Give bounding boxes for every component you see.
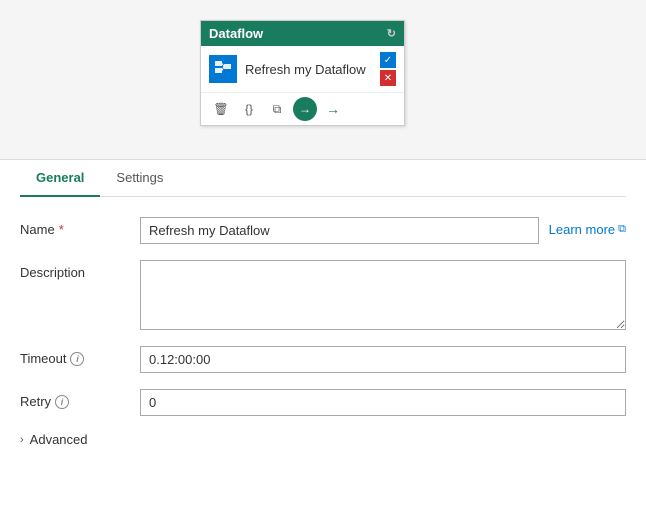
code-button[interactable]: {} — [237, 97, 261, 121]
description-input-area — [140, 260, 626, 330]
status-check-icon: ✓ — [380, 52, 396, 68]
properties-panel: General Settings Name * Learn more ⧉ Des… — [0, 160, 646, 467]
retry-input[interactable] — [140, 389, 626, 416]
description-textarea[interactable] — [140, 260, 626, 330]
name-label: Name * — [20, 217, 140, 237]
advanced-chevron-icon: › — [20, 434, 24, 446]
learn-more-link[interactable]: Learn more ⧉ — [549, 217, 626, 237]
timeout-input-area — [140, 346, 626, 373]
advanced-label: Advanced — [30, 432, 88, 447]
copy-button[interactable]: ⧉ — [265, 97, 289, 121]
advanced-section[interactable]: › Advanced — [20, 432, 626, 447]
timeout-input[interactable] — [140, 346, 626, 373]
dataflow-icon — [209, 55, 237, 83]
run-button[interactable]: → — [293, 97, 317, 121]
canvas-area: Dataflow ↻ Refresh my Dataflow ✓ ✕ 🗑 { — [0, 0, 646, 160]
retry-label: Retry i — [20, 389, 140, 409]
delete-button[interactable]: 🗑 — [209, 97, 233, 121]
status-error-icon: ✕ — [380, 70, 396, 86]
retry-row: Retry i — [20, 389, 626, 416]
name-row: Name * Learn more ⧉ — [20, 217, 626, 244]
name-input[interactable] — [140, 217, 539, 244]
tab-settings[interactable]: Settings — [100, 160, 179, 197]
card-toolbar: 🗑 {} ⧉ → → — [201, 92, 404, 125]
status-icons: ✓ ✕ — [380, 52, 396, 86]
retry-info-icon[interactable]: i — [55, 395, 69, 409]
activity-card: Dataflow ↻ Refresh my Dataflow ✓ ✕ 🗑 { — [200, 20, 405, 126]
tabs-row: General Settings — [20, 160, 626, 197]
timeout-info-icon[interactable]: i — [70, 352, 84, 366]
description-row: Description — [20, 260, 626, 330]
card-header-title: Dataflow — [209, 26, 387, 41]
retry-input-area — [140, 389, 626, 416]
description-label: Description — [20, 260, 140, 280]
tab-general[interactable]: General — [20, 160, 100, 197]
required-star: * — [59, 222, 64, 237]
card-header: Dataflow ↻ — [201, 21, 404, 46]
external-link-icon: ⧉ — [618, 223, 626, 236]
timeout-row: Timeout i — [20, 346, 626, 373]
activity-name: Refresh my Dataflow — [245, 62, 372, 77]
timeout-label: Timeout i — [20, 346, 140, 366]
card-refresh-icon[interactable]: ↻ — [387, 27, 396, 40]
name-input-area: Learn more ⧉ — [140, 217, 626, 244]
arrow-button[interactable]: → — [321, 97, 345, 121]
